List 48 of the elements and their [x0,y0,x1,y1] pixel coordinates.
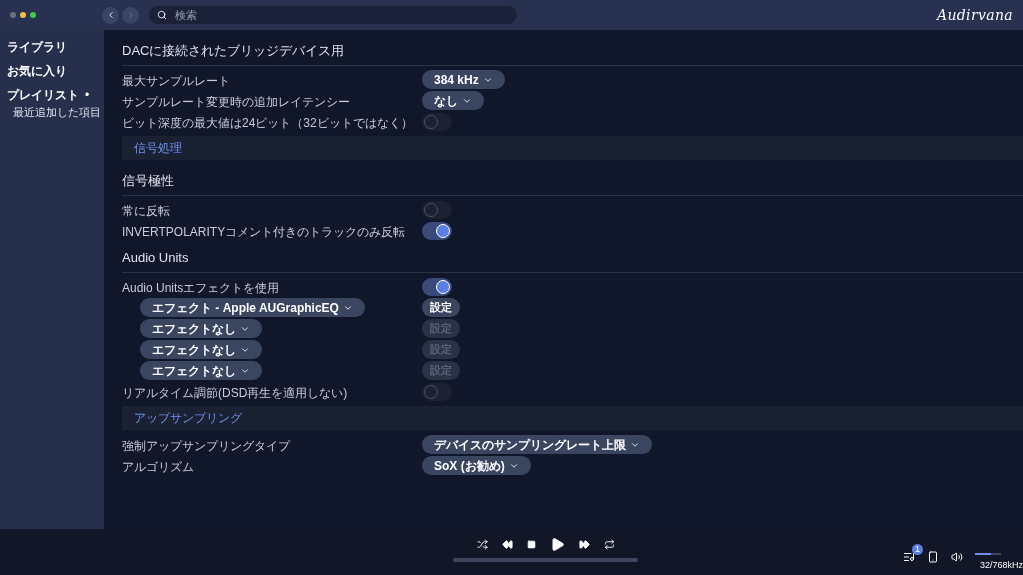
setting-label: ビット深度の最大値は24ビット（32ビットではなく） [122,115,413,130]
section-heading: Audio Units [122,250,189,265]
toggle-switch[interactable] [422,382,452,401]
toggle-switch[interactable] [422,200,452,219]
toggle-switch[interactable] [422,221,452,240]
setting-label: 常に反転 [122,203,170,218]
toggle-switch[interactable] [422,277,452,296]
app-logo: Audirvana [936,5,1013,25]
dropdown[interactable]: なし [422,91,484,110]
setting-label: 強制アップサンプリングタイプ [122,438,290,453]
band-title[interactable]: 信号処理 [134,139,182,157]
shuffle-icon[interactable] [476,539,488,550]
dropdown[interactable]: SoX (お勧め) [422,456,531,475]
band-title[interactable]: アップサンプリング [134,409,242,427]
window-close-icon[interactable] [10,12,16,18]
section-heading: 信号極性 [122,173,174,188]
sidebar-item[interactable]: プレイリスト [7,86,79,104]
settings-button[interactable]: 設定 [422,298,460,317]
play-icon[interactable] [549,537,565,552]
setting-label: リアルタイム調節(DSD再生を適用しない) [122,385,348,400]
setting-label: 最大サンプルレート [122,73,230,88]
setting-label: INVERTPOLARITYコメント付きのトラックのみ反転 [122,224,406,239]
rewind-icon[interactable] [501,539,513,550]
dropdown[interactable]: 384 kHz [422,70,505,89]
queue-badge: 1 [912,543,923,555]
window-minimize-icon[interactable] [20,12,26,18]
sidebar-item[interactable]: ライブラリ [7,38,67,56]
device-icon[interactable] [927,550,939,563]
setting-label: Audio Unitsエフェクトを使用 [122,280,280,295]
queue-icon[interactable] [903,550,915,563]
dropdown[interactable]: エフェクト - Apple AUGraphicEQ [140,298,365,317]
format-text: 32/768kHz [979,559,1023,572]
setting-label: アルゴリズム [122,459,194,474]
fast-forward-icon[interactable] [578,539,590,550]
progress-track[interactable] [453,558,638,562]
dropdown[interactable]: デバイスのサンプリングレート上限 [422,435,652,454]
toggle-switch[interactable] [422,112,452,131]
search-icon [157,10,167,20]
repeat-icon[interactable] [603,539,615,550]
section-heading: DACに接続されたブリッジデバイス用 [122,43,345,58]
stop-icon[interactable] [526,540,536,549]
volume-icon[interactable] [951,550,963,563]
window-zoom-icon[interactable] [30,12,36,18]
sidebar-item[interactable]: お気に入り [7,62,67,80]
setting-label: サンプルレート変更時の追加レイテンシー [122,94,350,109]
sidebar-subitem[interactable]: 最近追加した項目 [7,104,97,121]
back-button[interactable] [102,6,119,24]
expand-marker: • [85,89,90,101]
